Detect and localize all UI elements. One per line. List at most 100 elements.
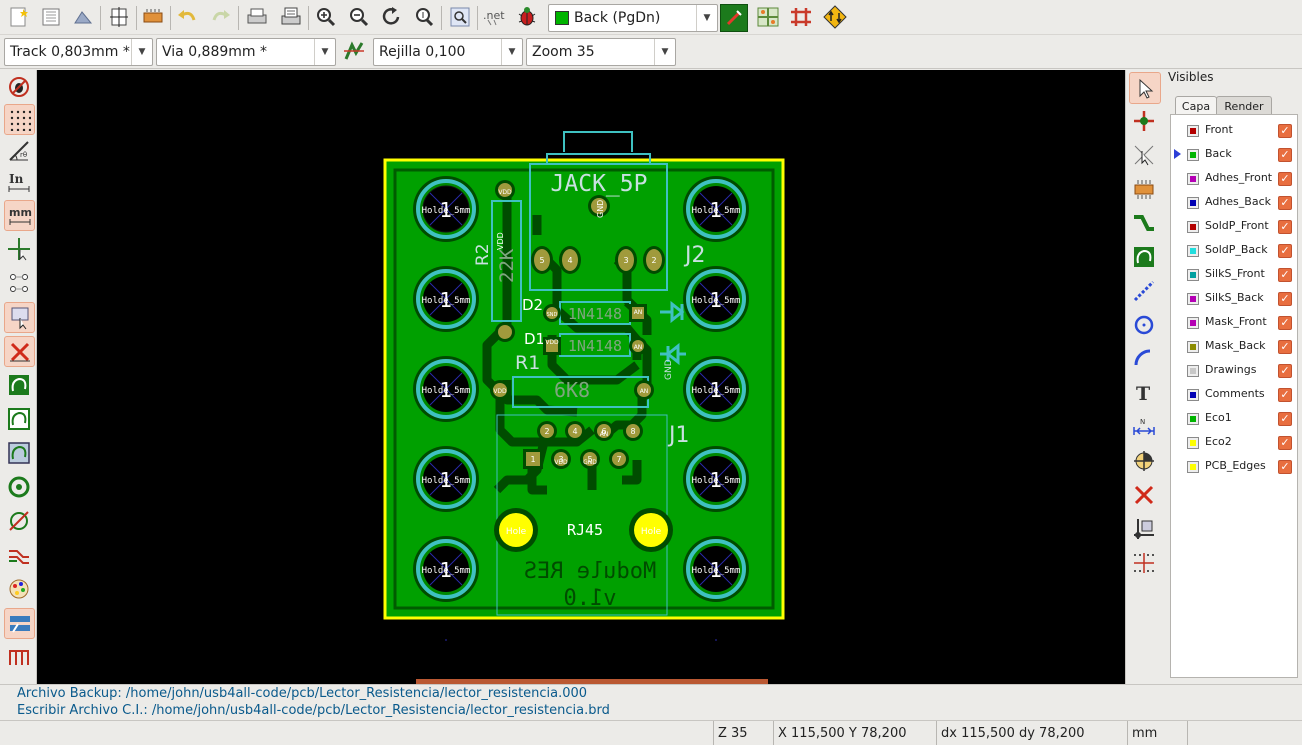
polar-coords-icon[interactable]: rθ [4,136,33,165]
tab-layers[interactable]: Capa [1175,96,1217,115]
add-target-icon[interactable] [1129,446,1159,476]
grid-origin-icon[interactable] [1129,548,1159,578]
auto-delete-track-icon[interactable] [4,336,35,367]
via-sketch-icon[interactable] [4,506,33,535]
grid-select[interactable]: Rejilla 0,100 ▼ [373,38,523,66]
drc-icon[interactable] [514,4,540,30]
delete-tool-icon[interactable] [1129,480,1159,510]
via-size-select[interactable]: Via 0,889mm * ▼ [156,38,336,66]
layer-row[interactable]: Front ✓ [1171,119,1297,143]
layer-color-swatch[interactable] [1187,365,1199,377]
layer-visible-checkbox[interactable]: ✓ [1278,412,1292,426]
show-ratsnest-icon[interactable] [822,4,848,30]
layer-row[interactable]: Eco1 ✓ [1171,407,1297,431]
layer-row[interactable]: SilkS_Front ✓ [1171,263,1297,287]
layer-color-swatch[interactable] [1187,461,1199,473]
print-icon[interactable] [244,4,270,30]
undo-icon[interactable] [174,4,200,30]
add-text-icon[interactable]: T [1129,378,1159,408]
layer-color-swatch[interactable] [1187,269,1199,281]
layer-visible-checkbox[interactable]: ✓ [1278,436,1292,450]
pad-sketch-icon[interactable] [4,472,33,501]
layer-color-swatch[interactable] [1187,125,1199,137]
autoplace-icon[interactable] [755,4,781,30]
module-editor-icon[interactable] [140,4,166,30]
layer-visible-checkbox[interactable]: ✓ [1278,148,1292,162]
layer-color-swatch[interactable] [1187,293,1199,305]
layer-visible-checkbox[interactable]: ✓ [1278,340,1292,354]
layer-color-swatch[interactable] [1187,221,1199,233]
plot-icon[interactable] [278,4,304,30]
mm-units-icon[interactable]: mm [4,200,35,231]
layer-row[interactable]: Comments ✓ [1171,383,1297,407]
layer-visible-checkbox[interactable]: ✓ [1278,292,1292,306]
redo-icon[interactable] [208,4,234,30]
layer-row[interactable]: PCB_Edges ✓ [1171,455,1297,479]
layer-color-swatch[interactable] [1187,413,1199,425]
zoom-fit-icon[interactable] [411,4,437,30]
layer-color-swatch[interactable] [1187,341,1199,353]
layer-pair-icon[interactable] [720,4,748,32]
keepout-area-icon[interactable] [1129,276,1159,306]
zone-sketch-icon[interactable] [4,438,33,467]
zone-outline-icon[interactable] [4,404,33,433]
grid-toggle-icon[interactable] [4,104,35,135]
pcb-canvas[interactable]: Holde_5mm Holde_5mm Holde_5mm Holde_5mm … [37,70,1125,684]
page-settings-icon[interactable] [106,4,132,30]
set-origin-icon[interactable] [1129,514,1159,544]
local-ratsnest-icon[interactable] [1129,140,1159,170]
layer-row[interactable]: Adhes_Front ✓ [1171,167,1297,191]
add-module-icon[interactable] [1129,174,1159,204]
layer-row[interactable]: Adhes_Back ✓ [1171,191,1297,215]
open-board-icon[interactable] [38,4,64,30]
layer-visible-checkbox[interactable]: ✓ [1278,220,1292,234]
layer-visible-checkbox[interactable]: ✓ [1278,196,1292,210]
zoom-out-icon[interactable] [346,4,372,30]
layer-row[interactable]: SoldP_Front ✓ [1171,215,1297,239]
module-ratsnest-icon[interactable] [4,302,35,333]
add-dimension-icon[interactable]: N [1129,412,1159,442]
microwave-toolbar-icon[interactable] [4,642,33,671]
layer-visible-checkbox[interactable]: ✓ [1278,244,1292,258]
layer-row[interactable]: Eco2 ✓ [1171,431,1297,455]
autoroute-icon[interactable] [788,4,814,30]
layer-visible-checkbox[interactable]: ✓ [1278,124,1292,138]
drc-off-icon[interactable] [4,72,33,101]
layer-row[interactable]: Back ✓ [1171,143,1297,167]
layer-row[interactable]: SoldP_Back ✓ [1171,239,1297,263]
redraw-icon[interactable] [379,4,405,30]
layer-visible-checkbox[interactable]: ✓ [1278,460,1292,474]
layer-row[interactable]: Mask_Back ✓ [1171,335,1297,359]
pcb-board-drawing[interactable]: Holde_5mm Holde_5mm Holde_5mm Holde_5mm … [37,70,1125,684]
layer-row[interactable]: SilkS_Back ✓ [1171,287,1297,311]
new-board-icon[interactable] [6,4,32,30]
add-arc-icon[interactable] [1129,344,1159,374]
layer-color-swatch[interactable] [1187,173,1199,185]
layer-color-swatch[interactable] [1187,389,1199,401]
track-sketch-icon[interactable] [4,540,33,569]
layer-visible-checkbox[interactable]: ✓ [1278,388,1292,402]
add-track-icon[interactable] [1129,208,1159,238]
highlight-net-icon[interactable] [1129,106,1159,136]
select-tool-icon[interactable] [1129,72,1161,104]
layer-color-swatch[interactable] [1187,317,1199,329]
layer-visible-checkbox[interactable]: ✓ [1278,364,1292,378]
find-icon[interactable] [447,4,473,30]
high-contrast-icon[interactable] [4,574,33,603]
layer-color-swatch[interactable] [1187,245,1199,257]
layer-manager-icon[interactable] [4,608,35,639]
zoom-in-icon[interactable] [313,4,339,30]
layer-visible-checkbox[interactable]: ✓ [1278,172,1292,186]
show-ratsnest-toggle-icon[interactable] [4,268,33,297]
layer-row[interactable]: Drawings ✓ [1171,359,1297,383]
zone-fill-icon[interactable] [4,370,33,399]
zoom-select[interactable]: Zoom 35 ▼ [526,38,676,66]
layer-visible-checkbox[interactable]: ✓ [1278,316,1292,330]
save-board-icon[interactable] [70,4,96,30]
layer-color-swatch[interactable] [1187,197,1199,209]
layer-visible-checkbox[interactable]: ✓ [1278,268,1292,282]
auto-track-width-icon[interactable] [341,39,367,65]
netlist-icon[interactable]: .net [481,4,507,30]
track-width-select[interactable]: Track 0,803mm * ▼ [4,38,153,66]
inch-units-icon[interactable]: In [4,168,33,197]
